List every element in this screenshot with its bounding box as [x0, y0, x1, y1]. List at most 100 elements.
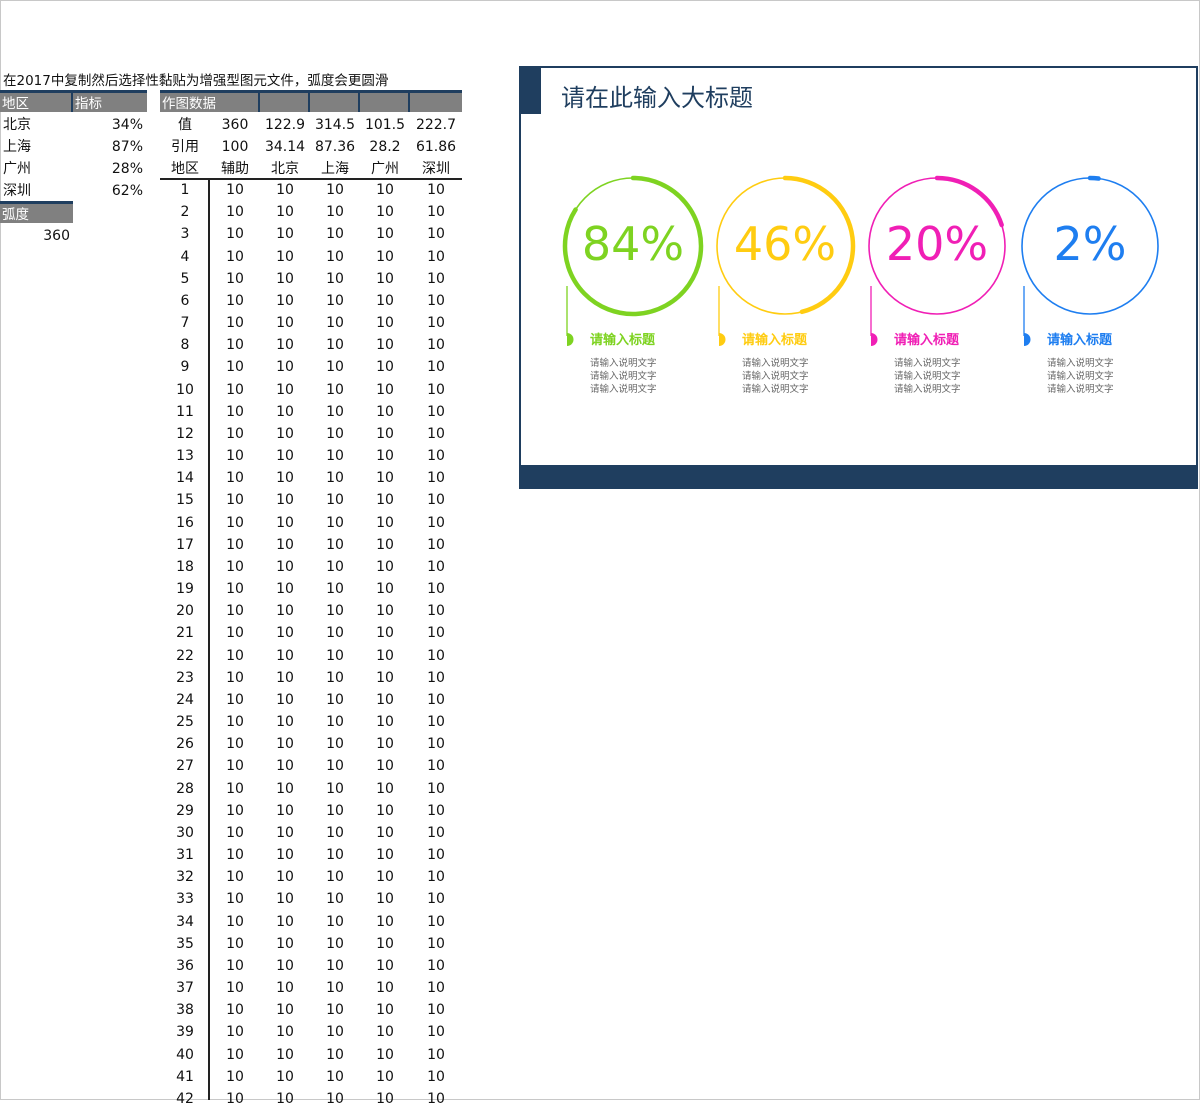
value-row-cell[interactable]: 360 [210, 114, 260, 136]
region-cell[interactable]: 上海 [3, 136, 31, 158]
row-index-cell[interactable]: 7 [160, 312, 210, 334]
row-index-cell[interactable]: 19 [160, 578, 210, 600]
data-cell[interactable]: 10 [410, 1021, 462, 1043]
data-cell[interactable]: 10 [360, 223, 410, 245]
data-cell[interactable]: 10 [260, 888, 310, 910]
data-cell[interactable]: 10 [260, 312, 310, 334]
row-index-cell[interactable]: 3 [160, 223, 210, 245]
data-cell[interactable]: 10 [410, 179, 462, 201]
data-cell[interactable]: 10 [360, 556, 410, 578]
item-caption[interactable]: 请输入标题 [894, 329, 959, 348]
item-description[interactable]: 请输入说明文字 [1047, 383, 1114, 396]
data-cell[interactable]: 10 [310, 423, 360, 445]
row-index-cell[interactable]: 24 [160, 689, 210, 711]
data-cell[interactable]: 10 [360, 911, 410, 933]
col-row-cell[interactable]: 辅助 [210, 158, 260, 180]
data-cell[interactable]: 10 [360, 888, 410, 910]
data-cell[interactable]: 10 [260, 1021, 310, 1043]
data-cell[interactable]: 10 [410, 778, 462, 800]
data-cell[interactable]: 10 [360, 268, 410, 290]
data-cell[interactable]: 10 [210, 512, 260, 534]
data-cell[interactable]: 10 [260, 578, 310, 600]
data-cell[interactable]: 10 [360, 1066, 410, 1088]
data-cell[interactable]: 10 [360, 755, 410, 777]
percent-label[interactable]: 46% [715, 214, 855, 274]
data-cell[interactable]: 10 [310, 312, 360, 334]
data-cell[interactable]: 10 [410, 800, 462, 822]
data-cell[interactable]: 10 [310, 999, 360, 1021]
data-cell[interactable]: 10 [260, 534, 310, 556]
row-index-cell[interactable]: 6 [160, 290, 210, 312]
data-cell[interactable]: 10 [310, 622, 360, 644]
data-cell[interactable]: 10 [260, 711, 310, 733]
data-cell[interactable]: 10 [360, 379, 410, 401]
data-cell[interactable]: 10 [410, 977, 462, 999]
data-cell[interactable]: 10 [360, 334, 410, 356]
indicator-cell[interactable]: 34% [73, 114, 143, 136]
data-cell[interactable]: 10 [210, 578, 260, 600]
data-cell[interactable]: 10 [310, 201, 360, 223]
data-cell[interactable]: 10 [260, 778, 310, 800]
data-cell[interactable]: 10 [260, 800, 310, 822]
data-cell[interactable]: 10 [260, 246, 310, 268]
data-cell[interactable]: 10 [210, 733, 260, 755]
row-index-cell[interactable]: 23 [160, 667, 210, 689]
data-cell[interactable]: 10 [360, 977, 410, 999]
data-cell[interactable]: 10 [360, 1088, 410, 1110]
data-cell[interactable]: 10 [260, 645, 310, 667]
value-row-cell[interactable]: 222.7 [410, 114, 462, 136]
data-cell[interactable]: 10 [360, 578, 410, 600]
data-cell[interactable]: 10 [260, 445, 310, 467]
percent-label[interactable]: 2% [1020, 214, 1160, 274]
row-index-cell[interactable]: 18 [160, 556, 210, 578]
data-cell[interactable]: 10 [260, 1066, 310, 1088]
row-index-cell[interactable]: 29 [160, 800, 210, 822]
data-cell[interactable]: 10 [310, 955, 360, 977]
item-description[interactable]: 请输入说明文字 [894, 357, 961, 370]
row-index-cell[interactable]: 34 [160, 911, 210, 933]
row-index-cell[interactable]: 28 [160, 778, 210, 800]
data-cell[interactable]: 10 [210, 844, 260, 866]
header-region[interactable]: 地区 [0, 90, 73, 112]
row-index-cell[interactable]: 14 [160, 467, 210, 489]
data-cell[interactable]: 10 [310, 489, 360, 511]
data-cell[interactable]: 10 [310, 1021, 360, 1043]
data-cell[interactable]: 10 [360, 667, 410, 689]
ref-row-cell[interactable]: 100 [210, 136, 260, 158]
data-cell[interactable]: 10 [210, 1021, 260, 1043]
item-description[interactable]: 请输入说明文字 [590, 370, 657, 383]
data-cell[interactable]: 10 [210, 977, 260, 999]
data-cell[interactable]: 10 [260, 933, 310, 955]
data-cell[interactable]: 10 [310, 534, 360, 556]
data-cell[interactable]: 10 [360, 534, 410, 556]
row-index-cell[interactable]: 21 [160, 622, 210, 644]
data-cell[interactable]: 10 [260, 401, 310, 423]
data-cell[interactable]: 10 [210, 334, 260, 356]
data-cell[interactable]: 10 [260, 1044, 310, 1066]
data-cell[interactable]: 10 [310, 1044, 360, 1066]
data-cell[interactable]: 10 [260, 467, 310, 489]
data-cell[interactable]: 10 [410, 844, 462, 866]
data-cell[interactable]: 10 [410, 401, 462, 423]
arc-value[interactable]: 360 [0, 225, 70, 247]
data-cell[interactable]: 10 [260, 755, 310, 777]
data-cell[interactable]: 10 [310, 755, 360, 777]
data-cell[interactable]: 10 [310, 179, 360, 201]
data-cell[interactable]: 10 [210, 223, 260, 245]
data-cell[interactable]: 10 [360, 866, 410, 888]
data-cell[interactable]: 10 [410, 1044, 462, 1066]
row-index-cell[interactable]: 30 [160, 822, 210, 844]
col-row-cell[interactable]: 广州 [360, 158, 410, 180]
data-cell[interactable]: 10 [260, 999, 310, 1021]
percent-label[interactable]: 84% [563, 214, 703, 274]
data-cell[interactable]: 10 [260, 622, 310, 644]
data-cell[interactable]: 10 [310, 1066, 360, 1088]
data-cell[interactable]: 10 [360, 711, 410, 733]
data-cell[interactable]: 10 [210, 888, 260, 910]
data-cell[interactable]: 10 [260, 689, 310, 711]
data-cell[interactable]: 10 [210, 1066, 260, 1088]
row-index-cell[interactable]: 32 [160, 866, 210, 888]
col-row-cell[interactable]: 地区 [160, 158, 210, 180]
row-index-cell[interactable]: 37 [160, 977, 210, 999]
data-cell[interactable]: 10 [310, 1088, 360, 1110]
